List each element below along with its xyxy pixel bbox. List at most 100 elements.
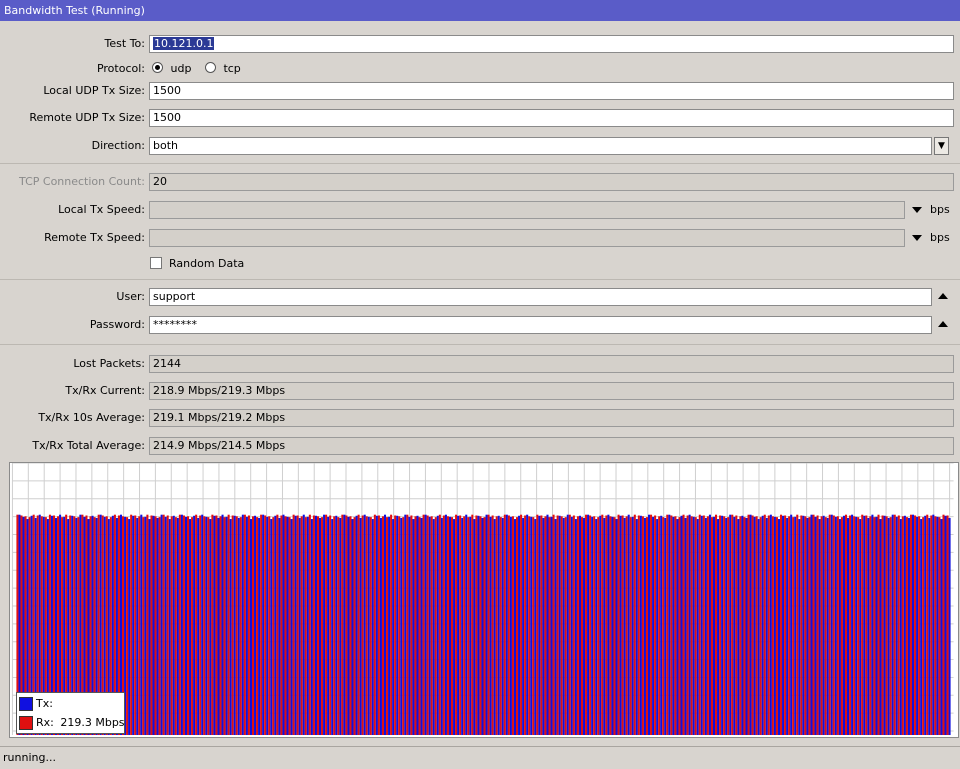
tx-bar xyxy=(887,517,890,736)
user-collapse-icon[interactable] xyxy=(938,293,948,299)
remote-tx-speed-input[interactable] xyxy=(149,229,905,247)
test-to-input[interactable]: 10.121.0.1 xyxy=(149,35,954,53)
tx-rx-total-average-label: Tx/Rx Total Average: xyxy=(32,439,145,452)
password-label: Password: xyxy=(89,318,145,331)
rx-bar xyxy=(828,514,831,736)
tx-bar xyxy=(700,515,703,736)
rx-bar xyxy=(922,517,925,736)
tx-bar xyxy=(753,516,756,736)
protocol-tcp-radio[interactable] xyxy=(204,62,216,73)
rx-bar xyxy=(495,516,498,736)
random-data-checkbox[interactable] xyxy=(150,257,162,269)
test-to-value: 10.121.0.1 xyxy=(153,37,215,50)
rx-bar xyxy=(276,514,279,736)
tx-bar xyxy=(688,514,691,736)
tx-bar xyxy=(432,519,435,736)
local-udp-tx-size-input[interactable]: 1500 xyxy=(149,82,954,100)
tx-bar xyxy=(469,516,472,736)
remote-tx-speed-dropdown-icon[interactable] xyxy=(912,235,922,241)
rx-bar xyxy=(759,517,762,736)
tx-bar xyxy=(205,516,208,736)
tx-bar xyxy=(916,516,919,736)
tx-bar xyxy=(197,517,200,736)
rx-bar xyxy=(613,517,616,736)
tx-bar xyxy=(570,516,573,736)
tx-bar xyxy=(294,515,297,736)
rx-bar xyxy=(223,517,226,736)
rx-bar xyxy=(593,516,596,736)
tx-bar xyxy=(444,514,447,736)
tx-rx-total-average-value: 214.9 Mbps/214.5 Mbps xyxy=(149,437,954,455)
rx-bar xyxy=(186,516,190,736)
tx-bar xyxy=(327,516,330,736)
rx-bar xyxy=(633,514,636,736)
tx-bar xyxy=(814,516,817,736)
tx-bar xyxy=(282,514,285,736)
tx-bar xyxy=(757,519,760,736)
random-data-row: Random Data xyxy=(0,254,960,274)
tx-bar xyxy=(562,517,565,736)
rx-bar xyxy=(219,516,222,736)
tx-bar xyxy=(717,519,720,736)
protocol-udp-radio[interactable] xyxy=(152,62,163,73)
tx-rx-current-row: Tx/Rx Current: 218.9 Mbps/219.3 Mbps xyxy=(0,381,960,401)
tx-bar xyxy=(453,519,456,736)
rx-bar xyxy=(617,514,620,736)
tcp-connection-count-label: TCP Connection Count: xyxy=(19,175,145,188)
tx-bar xyxy=(286,516,289,736)
tx-bar xyxy=(416,515,419,736)
tx-rx-current-label: Tx/Rx Current: xyxy=(65,384,145,397)
rx-bar xyxy=(154,516,157,736)
rx-bar xyxy=(678,517,681,736)
rx-bar xyxy=(483,517,486,736)
rx-bar xyxy=(544,516,547,736)
password-input[interactable]: ******** xyxy=(149,316,932,334)
rx-bar xyxy=(195,514,198,736)
tx-bar xyxy=(855,516,858,736)
rx-bar xyxy=(142,517,145,736)
tx-bar xyxy=(424,514,427,736)
local-tx-speed-input[interactable] xyxy=(149,201,905,219)
tx-bar xyxy=(461,517,464,736)
rx-bar xyxy=(706,516,709,736)
tx-bar xyxy=(436,515,439,736)
tx-bar xyxy=(676,519,679,736)
rx-bar xyxy=(325,514,328,736)
password-collapse-icon[interactable] xyxy=(938,321,948,327)
rx-bar xyxy=(918,516,921,736)
direction-select[interactable]: both xyxy=(149,137,932,155)
tx-bar xyxy=(176,517,179,736)
tx-bar xyxy=(379,517,382,736)
tx-bar xyxy=(522,517,525,736)
tx-rx-10s-average-row: Tx/Rx 10s Average: 219.1 Mbps/219.2 Mbps xyxy=(0,408,960,428)
user-row: User: support xyxy=(0,287,960,307)
tx-bar xyxy=(786,517,789,736)
local-tx-speed-label: Local Tx Speed: xyxy=(58,203,145,216)
tcp-connection-count-row: TCP Connection Count: 20 xyxy=(0,172,960,192)
remote-udp-tx-size-input[interactable]: 1500 xyxy=(149,109,954,127)
tx-bar xyxy=(128,519,131,736)
tx-bar xyxy=(907,517,910,736)
tx-bar xyxy=(420,517,423,736)
rx-bar xyxy=(304,517,307,736)
direction-dropdown-button[interactable]: ▼ xyxy=(934,137,949,155)
local-tx-speed-dropdown-icon[interactable] xyxy=(912,207,922,213)
rx-bar xyxy=(572,515,575,736)
rx-bar xyxy=(609,516,612,736)
tx-rx-total-average-row: Tx/Rx Total Average: 214.9 Mbps/214.5 Mb… xyxy=(0,436,960,456)
rx-bar xyxy=(816,515,819,736)
tx-bar xyxy=(818,519,821,736)
rx-bar xyxy=(134,515,137,736)
rx-legend-value: 219.3 Mbps xyxy=(60,716,125,729)
rx-bar xyxy=(365,516,368,736)
user-input[interactable]: support xyxy=(149,288,932,306)
rx-bar xyxy=(292,514,295,736)
tx-bar xyxy=(652,516,655,736)
tx-rx-10s-average-label: Tx/Rx 10s Average: xyxy=(38,411,145,424)
rx-bar xyxy=(536,514,539,736)
rx-bar xyxy=(215,515,218,736)
rx-bar xyxy=(174,517,177,736)
test-to-row: Test To: 10.121.0.1 xyxy=(0,34,960,54)
graph-bars xyxy=(16,514,951,736)
tx-bar xyxy=(209,519,212,736)
